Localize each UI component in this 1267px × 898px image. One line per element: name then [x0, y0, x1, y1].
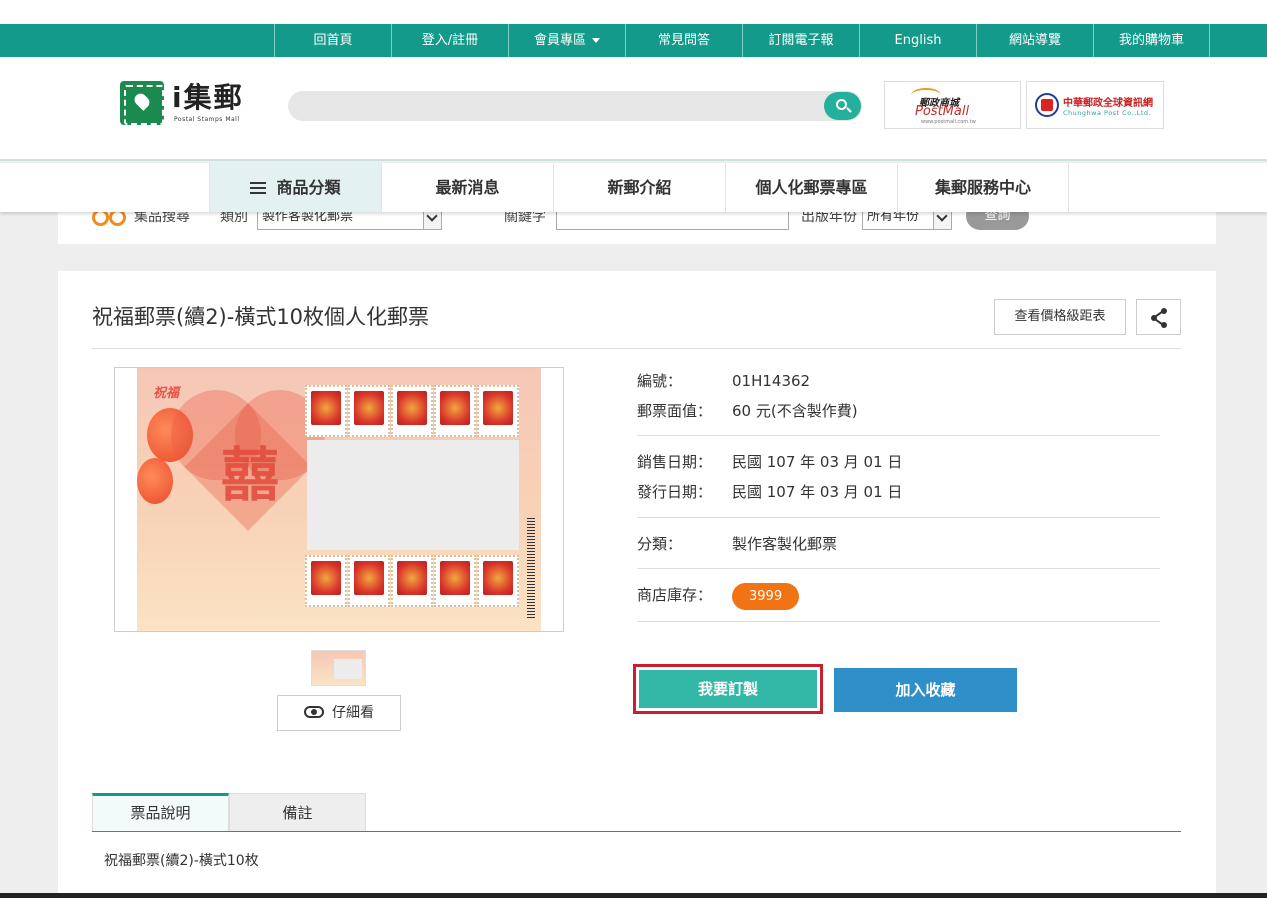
nav-cart[interactable]: 我的購物車 — [1093, 24, 1210, 57]
category-key: 分類： — [637, 535, 683, 553]
nav-sitemap-label: 網站導覽 — [1008, 33, 1061, 48]
issue-date-key: 發行日期： — [637, 483, 713, 501]
nav-sitemap[interactable]: 網站導覽 — [976, 24, 1093, 57]
info-divider — [637, 435, 1160, 436]
eye-icon — [304, 706, 324, 718]
hamburger-menu-icon — [250, 182, 267, 194]
category-value: 製作客製化郵票 — [732, 535, 838, 553]
cat-new-stamps[interactable]: 新郵介紹 — [553, 163, 725, 212]
cat-personalized-stamps-label: 個人化郵票專區 — [755, 178, 868, 197]
tab-divider — [92, 831, 1181, 832]
site-header: i集郵 Postal Stamps Mall 郵政商城 PostMall www… — [0, 57, 1267, 161]
info-divider — [637, 621, 1160, 622]
nav-home[interactable]: 回首頁 — [274, 24, 391, 57]
chunghwa-post-name: 中華郵政全球資訊網 — [1063, 98, 1153, 109]
logo-subtitle: Postal Stamps Mall — [174, 116, 240, 123]
stamp-sheet-illustration: 祝福 囍 — [137, 368, 541, 631]
stamp-row-bottom — [305, 555, 520, 607]
order-button[interactable]: 我要訂製 — [633, 664, 823, 714]
add-to-favorites-button[interactable]: 加入收藏 — [834, 668, 1017, 712]
tab-content-text: 祝福郵票(續2)-橫式10枚 — [104, 853, 259, 869]
sheet-logo-text: 祝福 — [153, 386, 180, 401]
postmall-url: www.postmall.com.tw — [921, 119, 976, 125]
info-group-stock: 商店庫存： 3999 — [637, 580, 1160, 610]
product-title: 祝福郵票(續2)-橫式10枚個人化郵票 — [92, 305, 430, 329]
double-happiness-text: 囍 — [221, 441, 280, 509]
nav-newsletter-label: 訂閱電子報 — [768, 33, 834, 48]
cat-personalized-stamps[interactable]: 個人化郵票專區 — [725, 163, 897, 212]
face-value-key: 郵票面值： — [637, 402, 713, 420]
issue-date-value: 民國 107 年 03 月 01 日 — [732, 483, 903, 501]
id-value: 01H14362 — [732, 372, 811, 390]
bottom-edge — [0, 893, 1267, 898]
tab-description[interactable]: 票品說明 — [92, 793, 229, 831]
title-divider — [92, 348, 1181, 349]
stamp-row-top — [305, 385, 520, 437]
personalization-area — [307, 440, 519, 550]
info-group-dates: 銷售日期： 民國 107 年 03 月 01 日 發行日期： 民國 107 年 03… — [637, 447, 1160, 507]
nav-member-label: 會員專區 — [533, 33, 586, 48]
chunghwa-post-link[interactable]: 中華郵政全球資訊網 Chunghwa Post Co.,Ltd. — [1026, 81, 1164, 129]
category-navigation: 商品分類 最新消息 新郵介紹 個人化郵票專區 集郵服務中心 — [0, 163, 1267, 212]
nav-login-label: 登入/註冊 — [421, 33, 479, 48]
info-group-category: 分類： 製作客製化郵票 — [637, 529, 1160, 559]
cat-service-center[interactable]: 集郵服務中心 — [897, 163, 1069, 212]
chunghwa-post-emblem-icon — [1035, 93, 1059, 117]
top-navigation: 回首頁 登入/註冊 會員專區 常見問答 訂閱電子報 English 網站導覽 我… — [0, 24, 1267, 57]
product-image[interactable]: 祝福 囍 — [114, 367, 564, 632]
cat-product-categories[interactable]: 商品分類 — [209, 163, 381, 212]
share-button[interactable] — [1136, 299, 1181, 335]
cat-product-categories-label: 商品分類 — [276, 178, 341, 197]
zoom-view-button[interactable]: 仔細看 — [277, 695, 401, 731]
info-group-id: 編號： 01H14362 郵票面值： 60 元(不含製作費) — [637, 366, 1160, 426]
logo-text: i集郵 — [172, 81, 244, 114]
nav-login[interactable]: 登入/註冊 — [391, 24, 508, 57]
sale-date-value: 民國 107 年 03 月 01 日 — [732, 453, 903, 471]
tab-notes[interactable]: 備註 — [229, 793, 366, 831]
product-thumbnail[interactable] — [311, 650, 366, 686]
info-divider — [637, 517, 1160, 518]
heart-decoration: 囍 — [173, 403, 323, 532]
search-button[interactable] — [824, 92, 861, 120]
nav-faq[interactable]: 常見問答 — [625, 24, 742, 57]
product-card: 祝福郵票(續2)-橫式10枚個人化郵票 查看價格級距表 祝福 囍 仔細看 編號：… — [58, 271, 1216, 898]
nav-member[interactable]: 會員專區 — [508, 24, 625, 57]
search-icon-handle — [846, 107, 852, 113]
postmall-link[interactable]: 郵政商城 PostMall www.postmall.com.tw — [884, 81, 1021, 129]
lantern-icon — [137, 458, 173, 504]
cat-new-stamps-label: 新郵介紹 — [607, 178, 672, 197]
caret-down-icon — [592, 38, 600, 43]
cat-latest-news-label: 最新消息 — [435, 178, 500, 197]
zoom-view-label: 仔細看 — [332, 705, 374, 721]
stock-badge: 3999 — [732, 583, 800, 610]
face-value: 60 元(不含製作費) — [732, 402, 858, 420]
nav-home-label: 回首頁 — [313, 33, 353, 48]
barcode-icon — [527, 518, 535, 618]
nav-cart-label: 我的購物車 — [1118, 33, 1184, 48]
cat-latest-news[interactable]: 最新消息 — [381, 163, 553, 212]
top-strip — [0, 0, 1267, 24]
id-key: 編號： — [637, 372, 683, 390]
info-divider — [637, 568, 1160, 569]
stock-key: 商店庫存： — [637, 586, 713, 604]
nav-english[interactable]: English — [859, 24, 976, 57]
nav-faq-label: 常見問答 — [657, 33, 710, 48]
price-table-button[interactable]: 查看價格級距表 — [994, 299, 1126, 335]
stamp-location-icon — [120, 81, 164, 125]
chunghwa-post-en: Chunghwa Post Co.,Ltd. — [1063, 109, 1152, 117]
nav-newsletter[interactable]: 訂閱電子報 — [742, 24, 859, 57]
postmall-name: PostMall — [915, 104, 970, 119]
product-tabs: 票品說明 備註 — [92, 793, 366, 831]
nav-english-label: English — [894, 33, 942, 48]
order-button-label: 我要訂製 — [639, 670, 817, 708]
sale-date-key: 銷售日期： — [637, 453, 713, 471]
cat-service-center-label: 集郵服務中心 — [934, 178, 1031, 197]
site-logo[interactable]: i集郵 Postal Stamps Mall — [120, 81, 250, 127]
search-input[interactable] — [288, 91, 862, 121]
